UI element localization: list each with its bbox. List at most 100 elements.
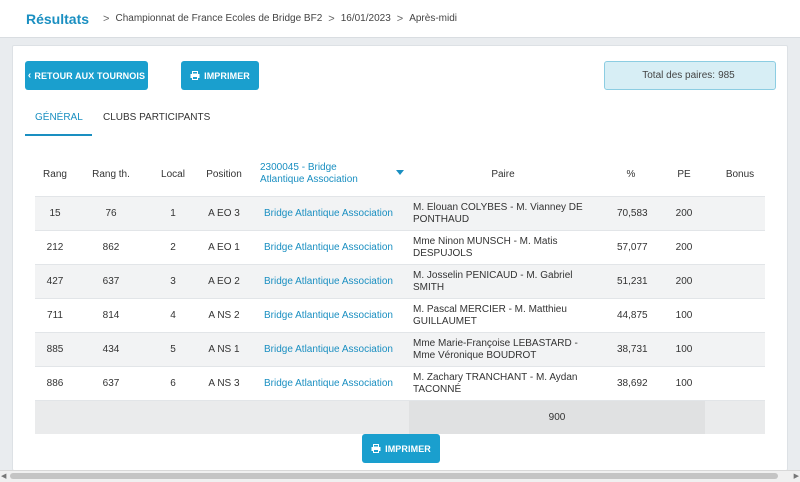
breadcrumb-separator-icon: >	[328, 12, 335, 25]
print-button[interactable]: IMPRIMER	[181, 61, 259, 90]
cell-rang-th: 637	[102, 378, 120, 389]
breadcrumb-championship[interactable]: Championnat de France Ecoles de Bridge B…	[115, 13, 322, 24]
cell-pe: 200	[675, 208, 693, 219]
header-pct[interactable]: %	[613, 152, 649, 196]
active-tab-indicator	[25, 134, 92, 136]
header-rang-th[interactable]: Rang th.	[83, 152, 139, 196]
tab-clubs-participants[interactable]: CLUBS PARTICIPANTS	[103, 112, 210, 123]
cell-position: A EO 3	[208, 208, 240, 219]
cell-pct: 51,231	[617, 276, 648, 287]
table-row: 212 862 2 A EO 1 Bridge Atlantique Associati…	[35, 230, 765, 264]
cell-rang-th: 434	[102, 344, 120, 355]
cell-club-link[interactable]: Bridge Atlantique Association	[264, 231, 410, 264]
cell-bonus	[719, 367, 761, 400]
cell-pe: 200	[675, 242, 693, 253]
cell-position: A NS 2	[208, 310, 240, 321]
cell-rang: 15	[49, 208, 61, 219]
cell-rang-th: 637	[102, 276, 120, 287]
back-button-label: RETOUR AUX TOURNOIS	[34, 70, 146, 81]
table-row: 885 434 5 A NS 1 Bridge Atlantique Associati…	[35, 332, 765, 366]
cell-bonus	[719, 231, 761, 264]
print-button-bottom[interactable]: IMPRIMER	[362, 434, 440, 463]
cell-rang-th: 862	[102, 242, 120, 253]
breadcrumb: Résultats > Championnat de France Ecoles…	[0, 0, 800, 38]
cell-club-link[interactable]: Bridge Atlantique Association	[264, 299, 410, 332]
cell-pct: 38,731	[617, 344, 648, 355]
cell-pct: 57,077	[617, 242, 648, 253]
scroll-right-arrow-icon[interactable]: ▶	[794, 472, 799, 480]
results-panel: ‹ RETOUR AUX TOURNOIS IMPRIMER Total des…	[12, 45, 788, 471]
caret-down-icon	[396, 170, 404, 175]
table-row: 886 637 6 A NS 3 Bridge Atlantique Associati…	[35, 366, 765, 400]
cell-bonus	[719, 299, 761, 332]
cell-local: 3	[170, 276, 176, 287]
cell-pct: 70,583	[617, 208, 648, 219]
cell-club-link[interactable]: Bridge Atlantique Association	[264, 333, 410, 366]
cell-bonus	[719, 333, 761, 366]
cell-paire: M. Zachary TRANCHANT - M. Aydan TACONNÉ	[413, 371, 578, 395]
cell-pe: 200	[675, 276, 693, 287]
breadcrumb-separator-icon: >	[396, 12, 404, 25]
cell-local: 4	[170, 310, 176, 321]
header-club: 2300045 - Bridge Atlantique Association	[260, 162, 358, 185]
cell-rang: 711	[47, 310, 63, 321]
cell-rang: 885	[46, 344, 64, 355]
cell-pe: 100	[675, 310, 693, 321]
table-row: 711 814 4 A NS 2 Bridge Atlantique Associati…	[35, 298, 765, 332]
total-pairs-badge: Total des paires: 985	[604, 61, 776, 90]
cell-rang: 427	[46, 276, 64, 287]
header-rang[interactable]: Rang	[35, 152, 75, 196]
printer-icon	[371, 444, 381, 453]
table-body: 15 76 1 A EO 3 Bridge Atlantique Association…	[35, 196, 765, 400]
cell-bonus	[719, 265, 761, 298]
total-pairs-label: Total des paires:	[642, 70, 716, 81]
cell-paire: Mme Ninon MUNSCH - M. Matis DESPUJOLS	[413, 235, 558, 259]
tab-general[interactable]: GÉNÉRAL	[35, 112, 83, 123]
table-row: 15 76 1 A EO 3 Bridge Atlantique Association…	[35, 196, 765, 230]
cell-pct: 44,875	[617, 310, 648, 321]
breadcrumb-date[interactable]: 16/01/2023	[341, 13, 391, 24]
table-header: Rang Rang th. Local Position 2300045 - B…	[35, 152, 765, 196]
cell-paire: Mme Marie-Françoise LEBASTARD - Mme Véro…	[413, 337, 578, 361]
cell-rang-th: 76	[105, 208, 117, 219]
cell-paire: M. Elouan COLYBES - M. Vianney DE PONTHA…	[413, 201, 583, 225]
cell-rang: 212	[46, 242, 64, 253]
horizontal-scrollbar[interactable]: ◀ ▶	[0, 470, 800, 482]
printer-icon	[190, 71, 200, 80]
cell-pe: 100	[675, 378, 693, 389]
chevron-left-icon: ‹	[27, 70, 32, 81]
header-paire[interactable]: Paire	[413, 152, 593, 196]
header-local[interactable]: Local	[155, 152, 191, 196]
cell-position: A EO 1	[208, 242, 240, 253]
results-table: Rang Rang th. Local Position 2300045 - B…	[35, 152, 765, 434]
cell-pe: 100	[675, 344, 693, 355]
header-bonus[interactable]: Bonus	[719, 152, 761, 196]
table-footer-row: 900	[35, 400, 765, 434]
cell-local: 1	[170, 208, 176, 219]
print-button-bottom-label: IMPRIMER	[385, 443, 431, 454]
cell-pct: 38,692	[617, 378, 648, 389]
cell-club-link[interactable]: Bridge Atlantique Association	[264, 197, 410, 230]
total-pairs-value: 985	[718, 70, 735, 81]
club-filter-dropdown[interactable]: 2300045 - Bridge Atlantique Association	[260, 152, 408, 196]
scroll-left-arrow-icon[interactable]: ◀	[1, 472, 6, 480]
cell-paire: M. Pascal MERCIER - M. Matthieu GUILLAUM…	[413, 303, 567, 327]
cell-club-link[interactable]: Bridge Atlantique Association	[264, 367, 410, 400]
header-position[interactable]: Position	[201, 152, 247, 196]
cell-position: A NS 3	[208, 378, 240, 389]
table-row: 427 637 3 A EO 2 Bridge Atlantique Associati…	[35, 264, 765, 298]
header-pe[interactable]: PE	[667, 152, 701, 196]
back-to-tournaments-button[interactable]: ‹ RETOUR AUX TOURNOIS	[25, 61, 148, 90]
print-button-label: IMPRIMER	[204, 70, 250, 81]
cell-local: 6	[170, 378, 176, 389]
cell-position: A NS 1	[208, 344, 240, 355]
cell-club-link[interactable]: Bridge Atlantique Association	[264, 265, 410, 298]
footer-total-pe: 900	[409, 401, 705, 434]
footer-empty-cell	[35, 401, 409, 434]
cell-local: 5	[170, 344, 176, 355]
cell-rang: 886	[46, 378, 64, 389]
scrollbar-thumb[interactable]	[10, 473, 778, 479]
cell-paire: M. Josselin PENICAUD - M. Gabriel SMITH	[413, 269, 573, 293]
breadcrumb-results-link[interactable]: Résultats	[26, 11, 89, 27]
breadcrumb-session: Après-midi	[409, 13, 457, 24]
